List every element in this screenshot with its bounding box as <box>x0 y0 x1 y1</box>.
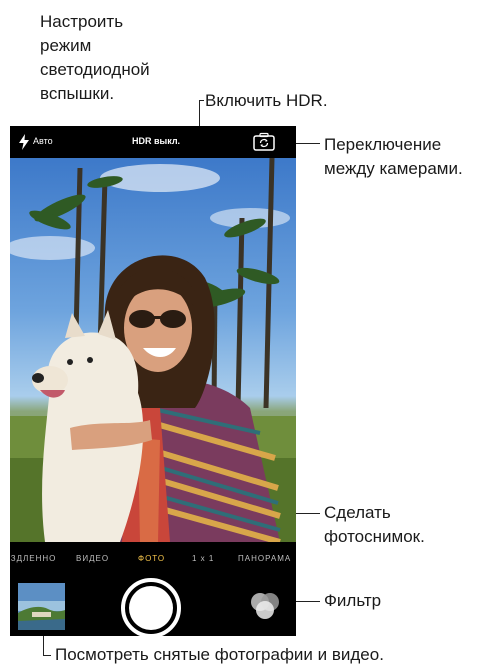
shutter-button[interactable] <box>121 578 181 636</box>
mode-panorama[interactable]: ПАНОРАМА <box>238 554 291 563</box>
hdr-callout: Включить HDR. <box>205 91 328 110</box>
mode-timelapse[interactable]: ИЗДЛЕННО <box>10 554 56 563</box>
photo-thumbnail[interactable] <box>18 583 65 630</box>
photos-leader-tick <box>43 655 51 656</box>
photos-callout: Посмотреть снятые фотографии и видео. <box>55 645 384 664</box>
filter-callout: Фильтр <box>324 591 382 610</box>
filter-icon[interactable] <box>248 591 282 621</box>
camera-bottom-bar <box>10 576 296 636</box>
switch-camera-callout: Переключение между камерами. <box>324 135 463 178</box>
camera-screen: Авто HDR выкл. ЗДЛЕННО ВИДЕО ФОТО 1 x 1 … <box>10 126 296 636</box>
flash-callout: Настроить режим светодиодной вспышки. <box>40 12 150 103</box>
thumbnail-image <box>18 583 65 630</box>
viewfinder[interactable] <box>10 158 296 542</box>
mode-video[interactable]: ВИДЕО <box>76 554 109 563</box>
viewfinder-scene-image <box>10 158 296 542</box>
hdr-leader-tick <box>199 100 204 101</box>
flash-icon[interactable] <box>18 134 30 150</box>
camera-mode-selector[interactable]: ИЗДЛЕННО ВИДЕО ФОТО 1 x 1 ПАНОРАМА <box>10 542 296 576</box>
hdr-toggle[interactable]: HDR выкл. <box>132 136 180 146</box>
camera-switch-icon[interactable] <box>253 132 275 151</box>
shutter-callout: Сделать фотоснимок. <box>324 503 425 546</box>
shutter-button-inner <box>129 586 173 630</box>
camera-top-bar: Авто HDR выкл. <box>10 126 296 158</box>
flash-mode-label[interactable]: Авто <box>33 136 53 146</box>
mode-photo[interactable]: ФОТО <box>138 554 165 563</box>
mode-square[interactable]: 1 x 1 <box>192 554 214 563</box>
